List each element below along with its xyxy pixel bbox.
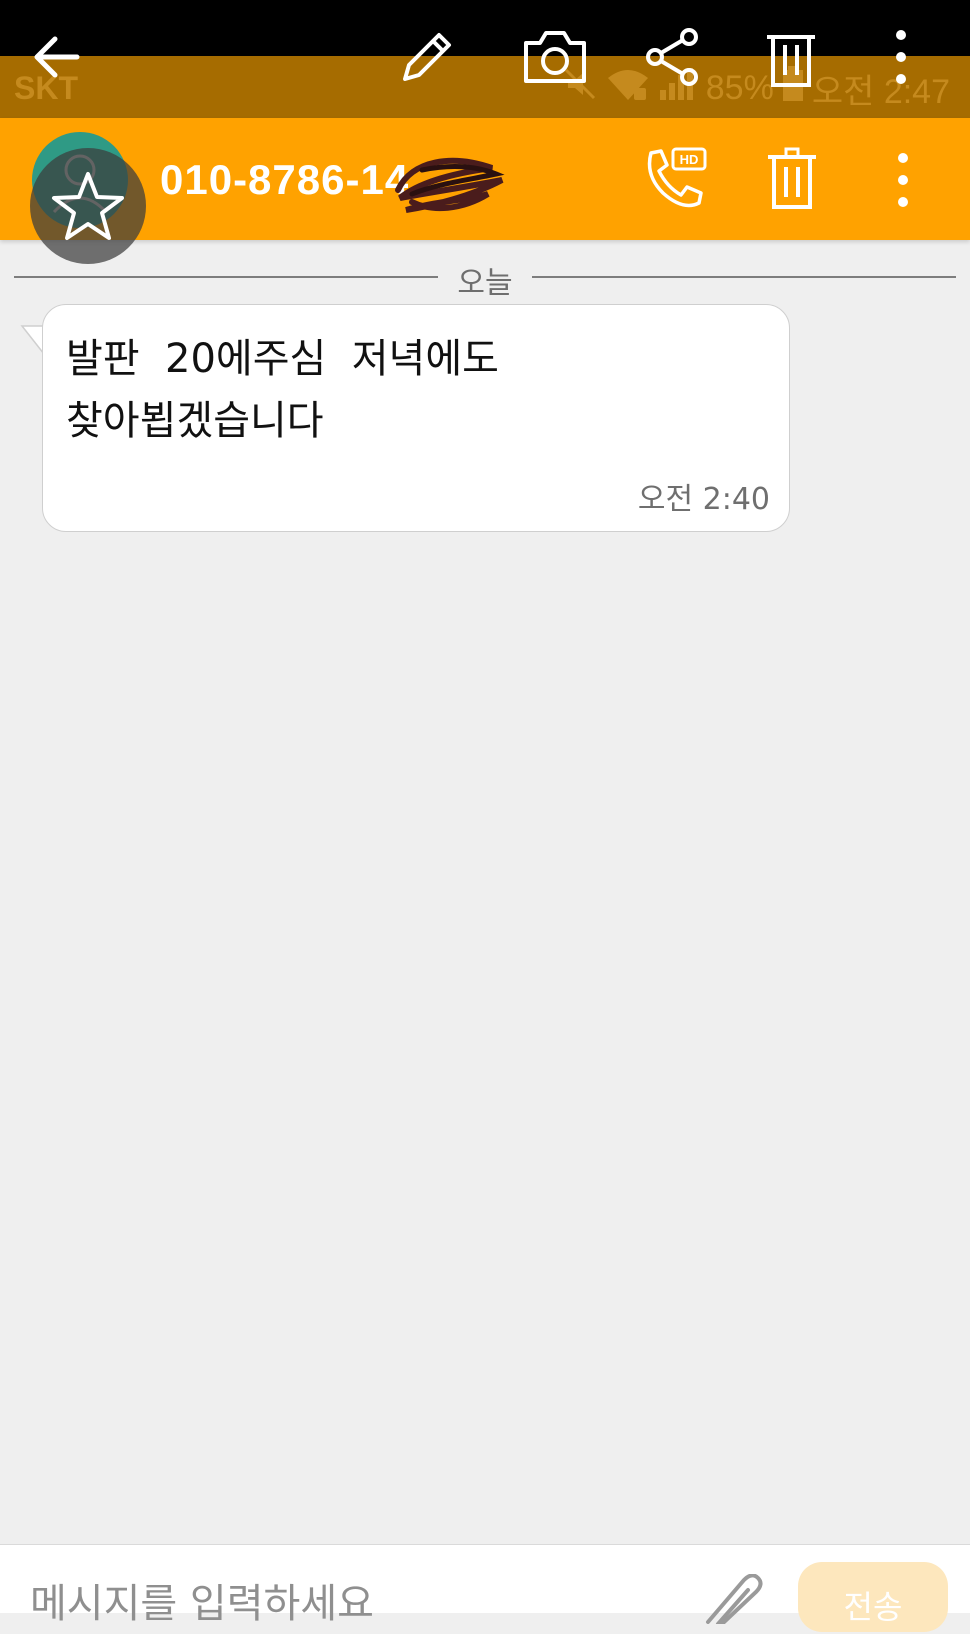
date-divider-label: 오늘 <box>457 266 513 301</box>
camera-icon[interactable] <box>520 22 590 92</box>
divider-line-right <box>532 276 956 278</box>
send-button[interactable]: 전송 <box>798 1562 948 1632</box>
header-more-vert-icon[interactable] <box>878 142 928 218</box>
svg-text:HD: HD <box>680 152 699 167</box>
delete-conversation-icon[interactable] <box>754 142 830 218</box>
more-vert-icon[interactable] <box>876 22 926 92</box>
pencil-icon[interactable] <box>392 22 462 92</box>
hd-call-icon[interactable]: HD <box>636 142 712 218</box>
star-icon <box>52 172 124 240</box>
trash-icon[interactable] <box>756 22 826 92</box>
redaction-scribble <box>395 157 505 213</box>
message-text: 발판 20에주심 저녁에도 찾아뵙겠습니다 <box>66 336 499 444</box>
message-input[interactable] <box>30 1574 670 1634</box>
paperclip-icon[interactable] <box>700 1573 764 1626</box>
favorite-star-button[interactable] <box>30 148 146 264</box>
share-icon[interactable] <box>638 22 708 92</box>
contact-number[interactable]: 010-8786-14 <box>160 156 409 204</box>
divider-line-left <box>14 276 438 278</box>
back-arrow-icon[interactable] <box>22 22 92 92</box>
message-time: 오전 2:40 <box>637 482 770 517</box>
